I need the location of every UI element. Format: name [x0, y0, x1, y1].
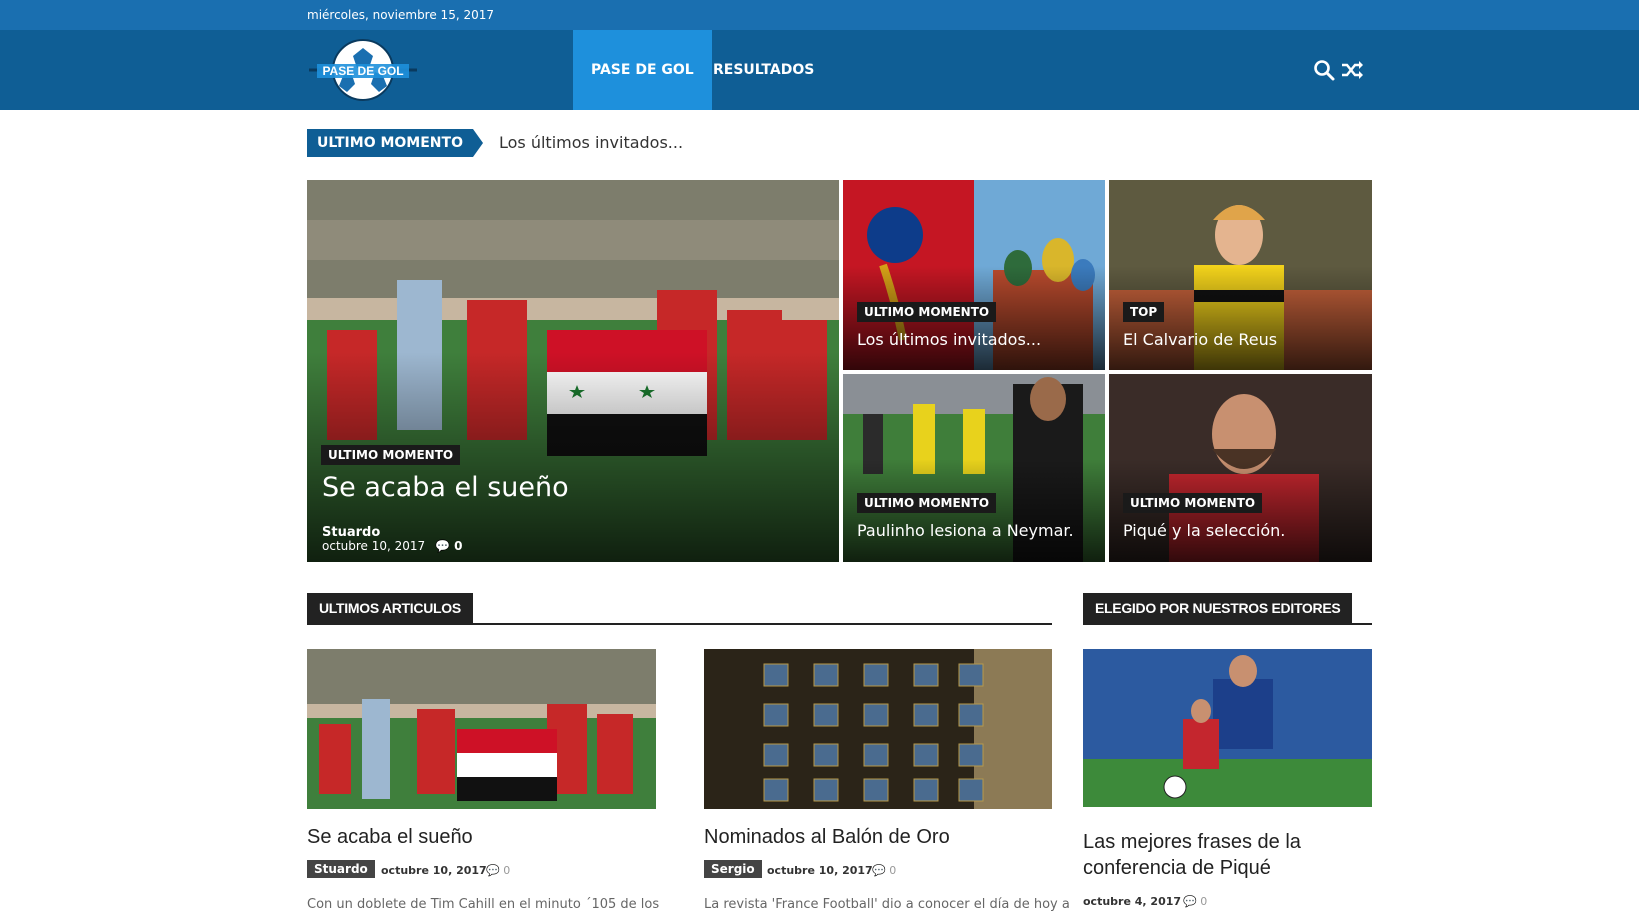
editors-pick-date: octubre 4, 2017: [1083, 895, 1182, 908]
featured-tile-4[interactable]: ULTIMO MOMENTO Piqué y la selección.: [1109, 374, 1372, 562]
featured-tile-1[interactable]: ULTIMO MOMENTO Los últimos invitados...: [843, 180, 1105, 370]
editors-pick-title-line-1: Las mejores frases de la: [1083, 831, 1301, 853]
editors-pick-comments[interactable]: 💬 0: [1183, 895, 1207, 908]
comment-icon: 💬: [1183, 895, 1197, 908]
article-2-date: octubre 10, 2017: [767, 864, 873, 877]
tile-2-category[interactable]: TOP: [1123, 302, 1165, 322]
comment-icon: 💬: [435, 539, 450, 553]
article-2-excerpt: La revista 'France Football' dio a conoc…: [704, 897, 1070, 912]
section-header-editors: ELEGIDO POR NUESTROS EDITORES: [1083, 593, 1372, 625]
top-bar: miércoles, noviembre 15, 2017: [0, 0, 1639, 30]
nav-item-pase-de-gol[interactable]: PASE DE GOL: [573, 30, 712, 110]
ticker-headline[interactable]: Los últimos invitados...: [499, 133, 683, 152]
featured-tile-3[interactable]: ULTIMO MOMENTO Paulinho lesiona a Neymar…: [843, 374, 1105, 562]
featured-main-title[interactable]: Se acaba el sueño: [322, 472, 569, 503]
editors-pick-title-line-2: conferencia de Piqué: [1083, 857, 1271, 879]
search-icon[interactable]: [1312, 58, 1336, 82]
article-2-title[interactable]: Nominados al Balón de Oro: [704, 824, 950, 850]
article-1-date: octubre 10, 2017: [381, 864, 487, 877]
featured-main[interactable]: ULTIMO MOMENTO Se acaba el sueño Stuardo…: [307, 180, 839, 562]
tile-4-category[interactable]: ULTIMO MOMENTO: [1123, 493, 1263, 513]
tile-1-title[interactable]: Los últimos invitados...: [857, 330, 1041, 349]
featured-main-date: octubre 10, 2017: [322, 539, 426, 553]
editors-pick-comment-count: 0: [1200, 895, 1208, 908]
tile-3-category[interactable]: ULTIMO MOMENTO: [857, 493, 997, 513]
section-header-latest: ULTIMOS ARTICULOS: [307, 593, 1052, 625]
comment-icon: 💬: [486, 864, 500, 877]
article-1-author[interactable]: Stuardo: [307, 860, 375, 878]
article-2-comment-count: 0: [889, 864, 897, 877]
article-1-comments[interactable]: 💬 0: [486, 864, 510, 877]
featured-main-category[interactable]: ULTIMO MOMENTO: [321, 445, 461, 465]
tile-2-title[interactable]: El Calvario de Reus: [1123, 330, 1277, 349]
article-1-title[interactable]: Se acaba el sueño: [307, 824, 473, 850]
article-2-author[interactable]: Sergio: [704, 860, 762, 878]
tile-4-title[interactable]: Piqué y la selección.: [1123, 521, 1285, 540]
featured-tile-2[interactable]: TOP El Calvario de Reus: [1109, 180, 1372, 370]
comment-icon: 💬: [872, 864, 886, 877]
section-title-latest: ULTIMOS ARTICULOS: [307, 593, 473, 623]
tile-1-category[interactable]: ULTIMO MOMENTO: [857, 302, 997, 322]
ticker-label: ULTIMO MOMENTO: [307, 129, 483, 157]
featured-main-comment-count: 0: [454, 539, 463, 553]
section-title-editors: ELEGIDO POR NUESTROS EDITORES: [1083, 593, 1353, 623]
article-2-thumbnail[interactable]: [704, 649, 1052, 809]
nav-item-resultados[interactable]: RESULTADOS: [695, 30, 832, 110]
article-2-comments[interactable]: 💬 0: [872, 864, 896, 877]
article-1-thumbnail[interactable]: [307, 649, 656, 809]
editors-pick-thumbnail[interactable]: [1083, 649, 1372, 807]
article-1-excerpt: Con un doblete de Tim Cahill en el minut…: [307, 897, 660, 912]
tile-3-title[interactable]: Paulinho lesiona a Neymar.: [857, 521, 1074, 540]
featured-main-comments[interactable]: 💬 0: [435, 539, 463, 553]
article-1-comment-count: 0: [503, 864, 511, 877]
featured-main-author[interactable]: Stuardo: [322, 525, 380, 540]
site-logo[interactable]: PASE DE GOL: [307, 38, 419, 102]
logo-text: PASE DE GOL: [322, 64, 403, 78]
editors-pick-title[interactable]: Las mejores frases de la conferencia de P…: [1083, 829, 1301, 881]
shuffle-icon[interactable]: [1340, 58, 1364, 82]
current-date: miércoles, noviembre 15, 2017: [307, 8, 494, 22]
